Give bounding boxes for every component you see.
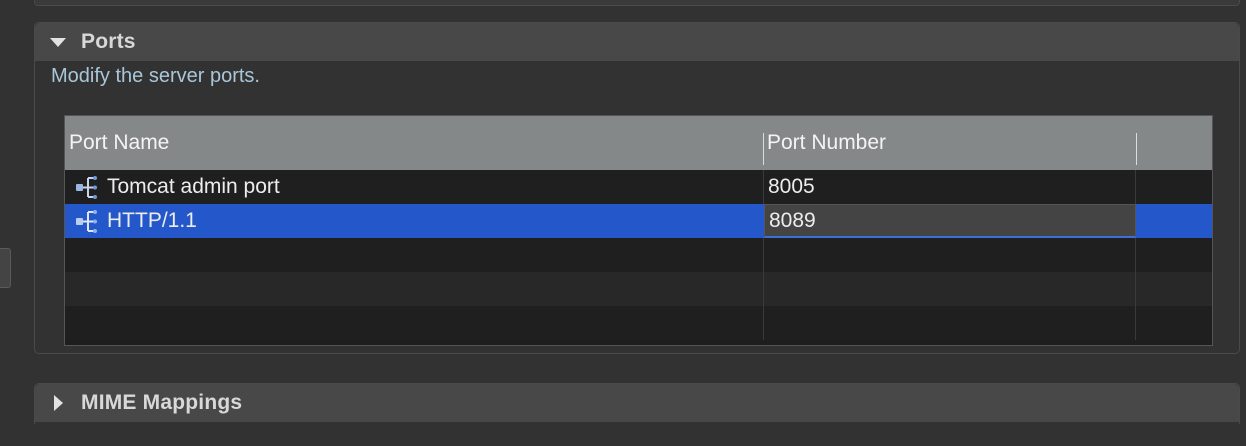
- filler-cell: [1136, 204, 1212, 238]
- port-name-cell[interactable]: Tomcat admin port: [65, 170, 764, 204]
- sash-handle[interactable]: [0, 248, 11, 288]
- table-row-empty: [65, 306, 1212, 340]
- port-connector-icon: [76, 210, 97, 233]
- ports-description: Modify the server ports.: [51, 65, 260, 87]
- column-separator[interactable]: [763, 133, 764, 165]
- port-connector-icon: [76, 176, 97, 199]
- ports-table[interactable]: Port Name Port Number Tomcat admin port: [64, 115, 1213, 346]
- table-row-empty: [65, 272, 1212, 306]
- empty-cell: [764, 272, 1136, 306]
- column-header-label: Port Name: [69, 131, 170, 154]
- empty-cell: [764, 306, 1136, 340]
- empty-cell: [65, 272, 764, 306]
- column-header-port-number[interactable]: Port Number: [763, 116, 1136, 170]
- column-header-label: Port Number: [767, 131, 887, 154]
- collapse-triangle-icon[interactable]: [35, 37, 81, 47]
- empty-cell: [65, 306, 764, 340]
- empty-cell: [764, 238, 1136, 272]
- previous-section-edge: [34, 0, 1240, 6]
- port-name-text: HTTP/1.1: [107, 209, 197, 232]
- port-number-text: 8005: [768, 175, 815, 198]
- mime-mappings-section-header[interactable]: MIME Mappings: [35, 384, 1239, 422]
- port-number-text: 8089: [769, 208, 816, 232]
- mime-mappings-section-title: MIME Mappings: [81, 391, 243, 414]
- column-header-filler: [1136, 116, 1212, 170]
- port-number-cell[interactable]: 8005: [764, 170, 1136, 204]
- empty-cell: [65, 238, 764, 272]
- filler-cell: [1136, 170, 1212, 204]
- table-row[interactable]: Tomcat admin port 8005: [65, 170, 1212, 204]
- table-row-empty: [65, 238, 1212, 272]
- column-header-port-name[interactable]: Port Name: [65, 116, 763, 170]
- ports-section: Ports Modify the server ports. Port Name…: [34, 22, 1240, 354]
- ports-section-header[interactable]: Ports: [35, 23, 1239, 61]
- empty-cell: [1136, 238, 1212, 272]
- mime-mappings-section: MIME Mappings: [34, 383, 1240, 424]
- expand-triangle-icon[interactable]: [35, 395, 81, 411]
- port-name-text: Tomcat admin port: [107, 175, 280, 198]
- port-number-editor[interactable]: 8089: [764, 204, 1136, 238]
- ports-section-title: Ports: [81, 30, 136, 53]
- column-separator[interactable]: [1136, 133, 1137, 165]
- empty-cell: [1136, 272, 1212, 306]
- table-header: Port Name Port Number: [65, 116, 1212, 170]
- port-name-cell[interactable]: HTTP/1.1: [65, 204, 764, 238]
- table-row-selected[interactable]: HTTP/1.1 8089: [65, 204, 1212, 238]
- empty-cell: [1136, 306, 1212, 340]
